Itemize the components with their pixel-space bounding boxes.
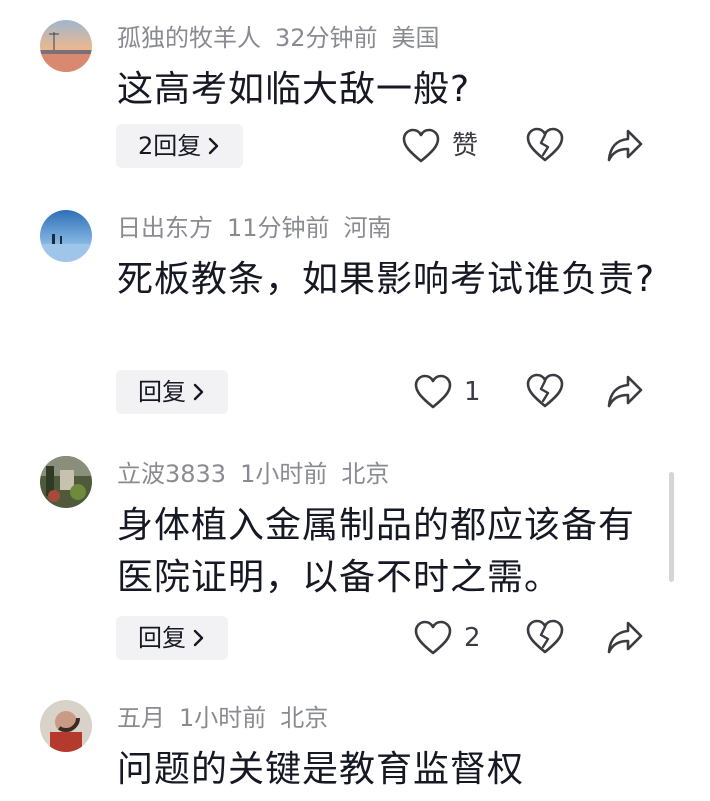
reply-label: 回复 — [138, 378, 186, 406]
timestamp: 32分钟前 — [275, 24, 378, 52]
heart-outline-icon[interactable] — [402, 128, 440, 164]
share-arrow-icon[interactable] — [606, 128, 644, 164]
broken-heart-icon[interactable] — [526, 127, 564, 163]
reply-label: 2回复 — [138, 132, 202, 160]
location: 河南 — [343, 214, 392, 242]
reply-button[interactable]: 回复 — [116, 370, 228, 414]
reply-button[interactable]: 2回复 — [116, 124, 244, 168]
username[interactable]: 日出东方 — [117, 214, 213, 242]
username[interactable]: 立波3833 — [117, 460, 226, 488]
share-arrow-icon[interactable] — [606, 620, 644, 656]
comment-actions: 赞 — [400, 124, 660, 168]
comment-meta: 日出东方 11分钟前 河南 — [117, 210, 406, 246]
comment-actions: 1 — [400, 370, 660, 414]
timestamp: 1小时前 — [240, 460, 328, 488]
avatar[interactable] — [40, 20, 92, 72]
avatar[interactable] — [40, 456, 92, 508]
heart-outline-icon[interactable] — [414, 374, 452, 410]
comment-actions: 2 — [400, 616, 660, 660]
heart-outline-icon[interactable] — [414, 620, 452, 656]
chevron-right-icon — [193, 383, 204, 401]
location: 美国 — [391, 24, 440, 52]
like-count[interactable]: 2 — [464, 616, 481, 660]
like-count[interactable]: 1 — [464, 370, 481, 414]
scrollbar[interactable] — [669, 472, 674, 582]
timestamp: 1小时前 — [179, 704, 267, 732]
comment-text[interactable]: 死板教条，如果影响考试谁负责? — [117, 254, 657, 306]
avatar[interactable] — [40, 700, 92, 752]
comment-meta: 五月 1小时前 北京 — [117, 700, 342, 736]
reply-label: 回复 — [138, 624, 186, 652]
broken-heart-icon[interactable] — [526, 619, 564, 655]
like-label[interactable]: 赞 — [452, 124, 478, 168]
broken-heart-icon[interactable] — [526, 373, 564, 409]
avatar[interactable] — [40, 210, 92, 262]
comment-meta: 立波3833 1小时前 北京 — [117, 456, 403, 492]
reply-button[interactable]: 回复 — [116, 616, 228, 660]
timestamp: 11分钟前 — [227, 214, 330, 242]
username[interactable]: 孤独的牧羊人 — [117, 24, 261, 52]
comment-text[interactable]: 身体植入金属制品的都应该备有医院证明，以备不时之需。 — [117, 500, 657, 604]
chevron-right-icon — [209, 137, 219, 155]
location: 北京 — [280, 704, 329, 732]
comment-meta: 孤独的牧羊人 32分钟前 美国 — [117, 20, 454, 56]
location: 北京 — [341, 460, 390, 488]
username[interactable]: 五月 — [117, 704, 165, 732]
comment-text[interactable]: 问题的关键是教育监督权 — [117, 744, 657, 796]
share-arrow-icon[interactable] — [606, 374, 644, 410]
chevron-right-icon — [193, 629, 204, 647]
comment-text[interactable]: 这高考如临大敌一般? — [117, 64, 657, 116]
